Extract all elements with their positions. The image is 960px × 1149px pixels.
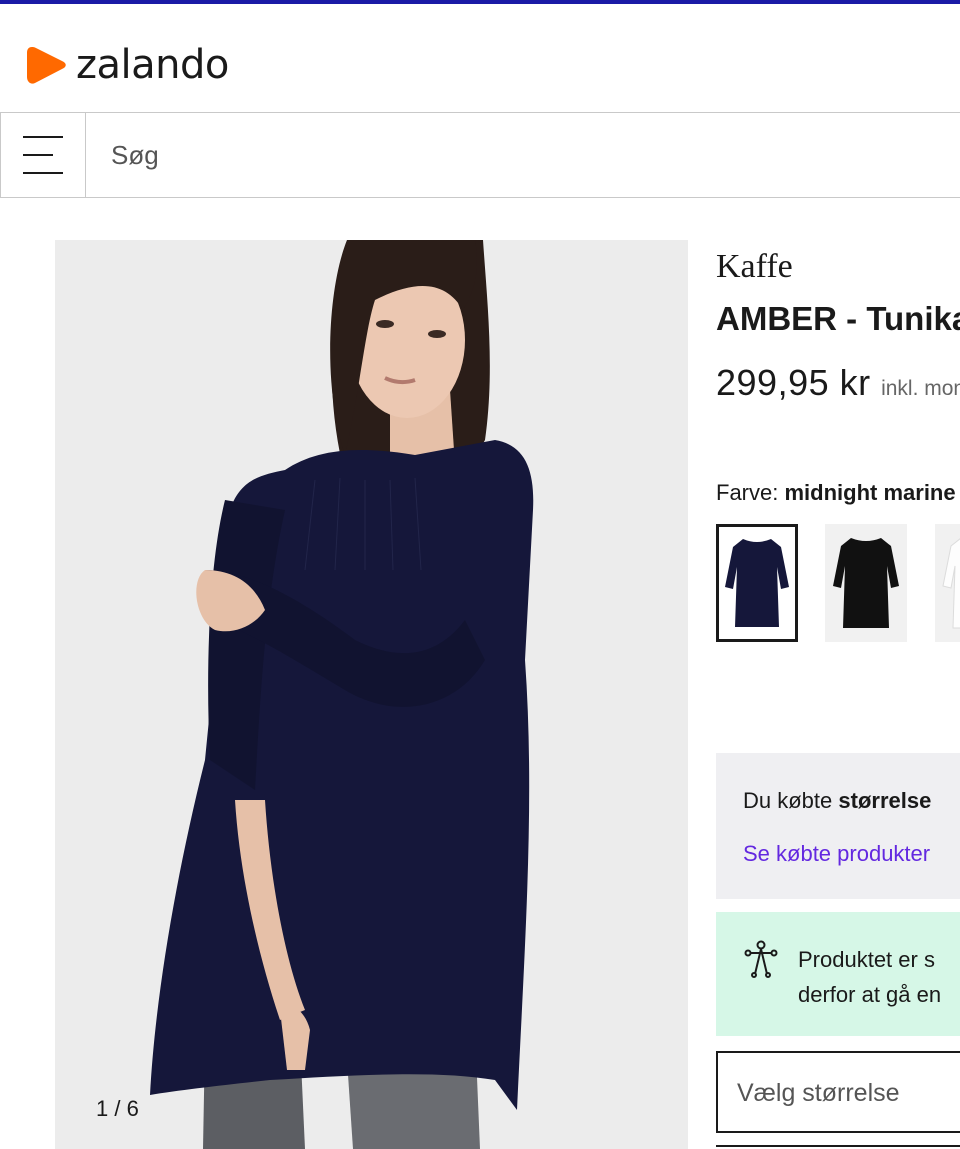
product-photo: [150, 240, 534, 1149]
zalando-logo[interactable]: zalando: [26, 44, 229, 86]
swatch-image: [725, 539, 789, 627]
fit-notice: Produktet er s derfor at gå en: [716, 912, 960, 1036]
color-row: Farve: midnight marine: [716, 480, 956, 506]
zalando-logo-icon: [27, 47, 66, 84]
price-row: 299,95 kr inkl. moms: [716, 362, 960, 404]
search-bar: [0, 112, 960, 198]
gallery-counter: 1 / 6: [96, 1096, 139, 1121]
person-size-icon: [744, 940, 778, 978]
hamburger-menu-line: [23, 154, 53, 156]
search-input[interactable]: [86, 113, 960, 197]
color-swatch-midnight-marine[interactable]: [716, 524, 798, 642]
color-swatch-black[interactable]: [825, 524, 907, 642]
hamburger-menu-line: [23, 172, 63, 174]
next-button-edge: [716, 1145, 960, 1147]
fit-notice-text: Produktet er s derfor at gå en: [798, 942, 941, 1012]
purchased-products-link[interactable]: Se købte produkter: [743, 841, 930, 867]
purchased-prefix: Du købte: [743, 788, 833, 813]
product-price: 299,95 kr: [716, 362, 871, 403]
product-image-gallery[interactable]: 1 / 6: [55, 240, 688, 1149]
fit-notice-line1: Produktet er s: [798, 947, 935, 972]
size-dropdown[interactable]: Vælg størrelse: [716, 1051, 960, 1133]
purchased-size-text: Du købte størrelse: [743, 788, 931, 814]
product-title: AMBER - Tunika: [716, 300, 960, 337]
vat-note: inkl. moms: [881, 377, 960, 400]
color-label: Farve:: [716, 480, 779, 505]
swatch-image: [833, 538, 899, 628]
purchased-size-box: Du købte størrelse Se købte produkter: [716, 753, 960, 899]
color-value: midnight marine: [784, 480, 956, 505]
size-dropdown-placeholder: Vælg størrelse: [737, 1079, 900, 1107]
fit-notice-line2: derfor at gå en: [798, 982, 942, 1007]
product-brand[interactable]: Kaffe: [716, 248, 793, 286]
site-header: zalando: [0, 4, 960, 112]
purchased-bold: størrelse: [838, 788, 932, 813]
swatch-image: [942, 538, 960, 629]
menu-button[interactable]: [0, 113, 86, 197]
logo-wordmark: zalando: [76, 42, 229, 88]
hamburger-menu-icon: [23, 136, 63, 138]
color-swatch-white[interactable]: [935, 524, 960, 642]
product-info-panel: Kaffe AMBER - Tunika 299,95 kr inkl. mom…: [716, 240, 960, 1149]
